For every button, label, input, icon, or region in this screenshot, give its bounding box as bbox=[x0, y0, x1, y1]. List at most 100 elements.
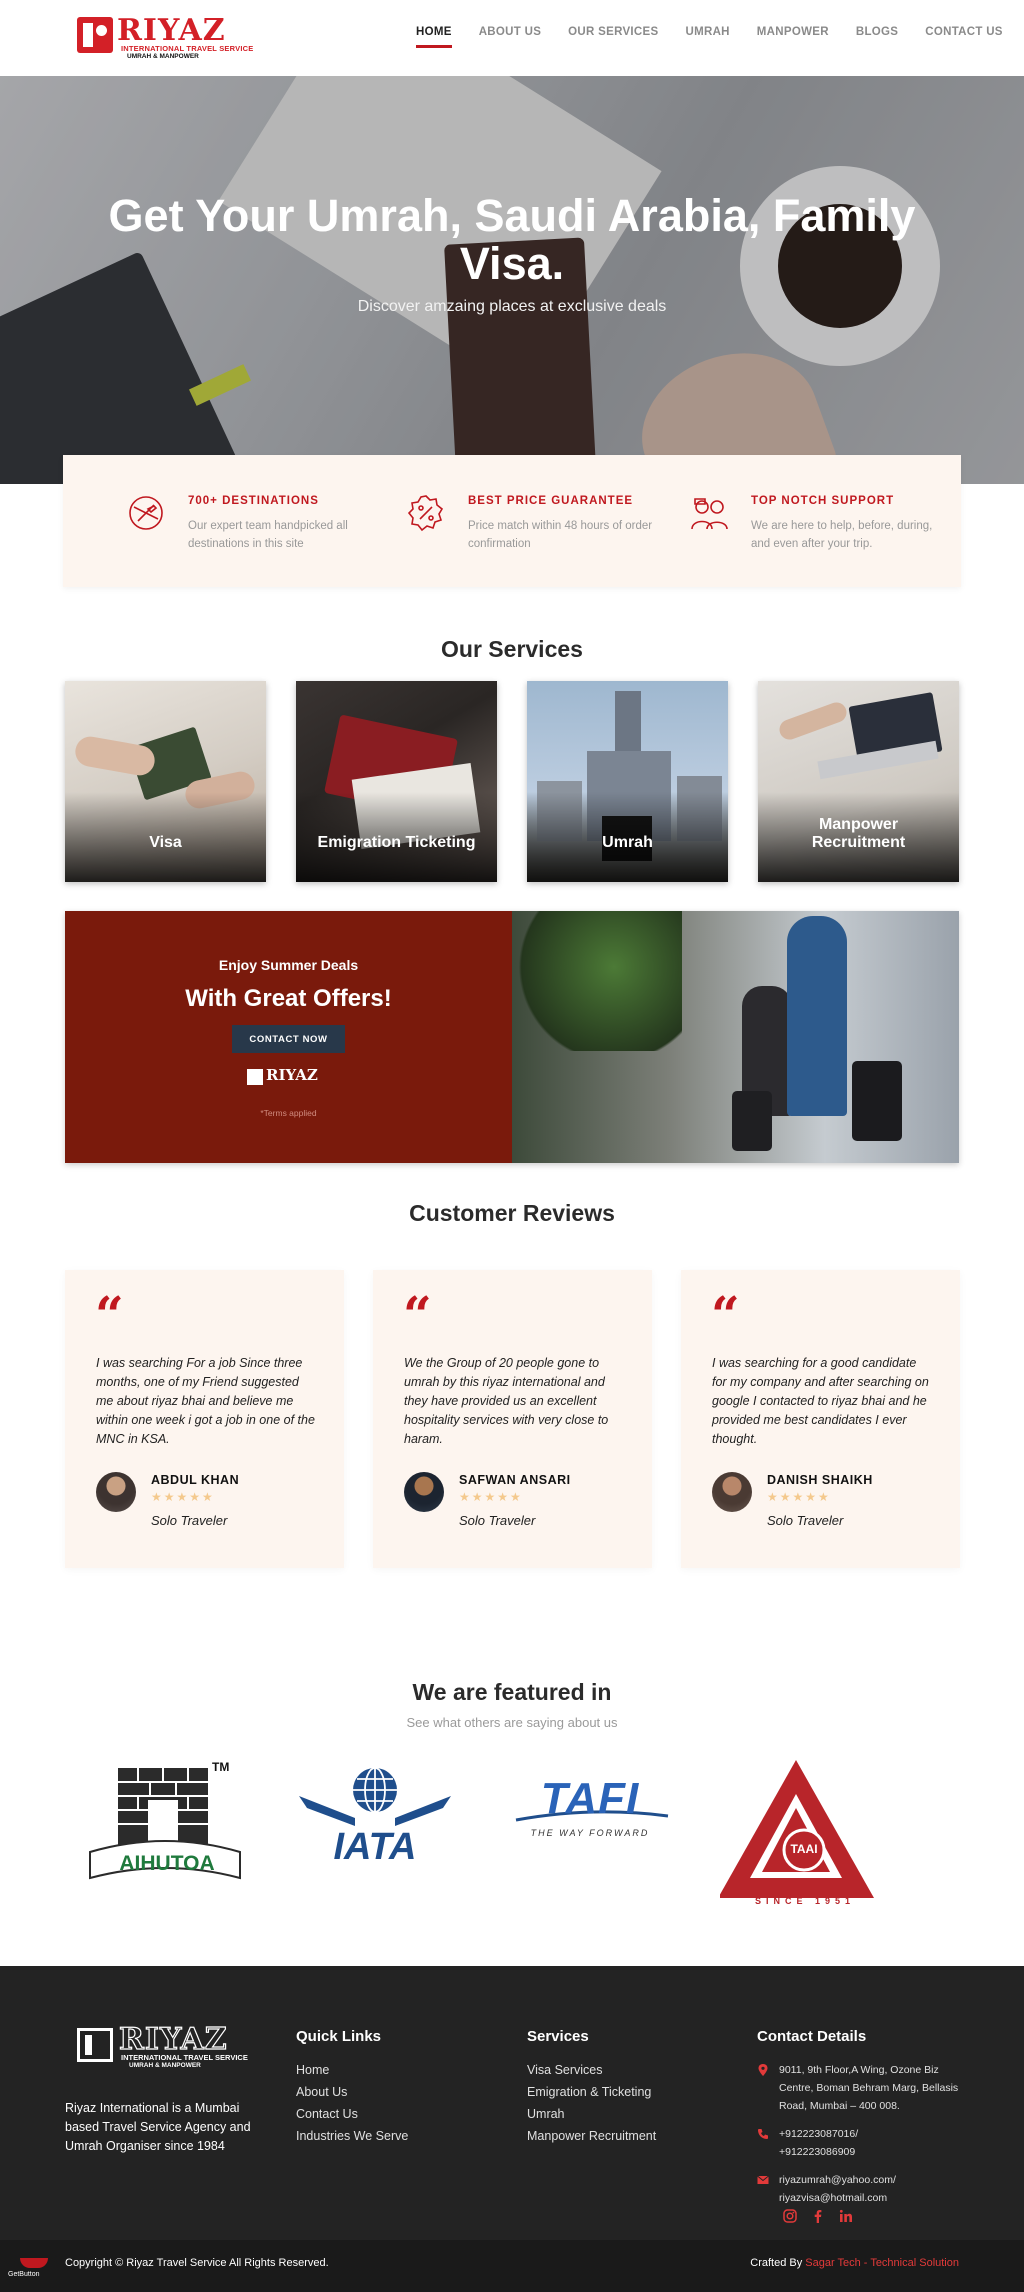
footer-link-emigration[interactable]: Emigration & Ticketing bbox=[527, 2085, 656, 2099]
footer-about: Riyaz International is a Mumbai based Tr… bbox=[65, 2101, 251, 2153]
star-rating-icon: ★★★★★ bbox=[767, 1490, 831, 1504]
iata-wordmark: IATA bbox=[333, 1826, 417, 1868]
partner-logo-aihutoa: TM AIHUTOA bbox=[80, 1760, 250, 1910]
footer-link-industries[interactable]: Industries We Serve bbox=[296, 2129, 408, 2143]
reviewer-name: SAFWAN ANSARI bbox=[459, 1473, 571, 1487]
contact-title: Contact Details bbox=[757, 2028, 867, 2045]
featured-heading: We are featured in bbox=[412, 1679, 612, 1705]
star-rating-icon: ★★★★★ bbox=[151, 1490, 215, 1504]
instagram-icon[interactable] bbox=[783, 2209, 797, 2223]
footer-bottom-bar: Copyright © Riyaz Travel Service All Rig… bbox=[0, 2240, 1024, 2292]
feature-support: TOP NOTCH SUPPORT We are here to help, b… bbox=[689, 493, 939, 553]
phone-2[interactable]: +912223086909 bbox=[779, 2143, 967, 2161]
promo-travelers-photo bbox=[512, 911, 959, 1163]
hero-banner: Get Your Umrah, Saudi Arabia, Family Vis… bbox=[0, 76, 1024, 484]
crafted-by-link[interactable]: Sagar Tech - Technical Solution bbox=[805, 2257, 959, 2269]
email-1[interactable]: riyazumrah@yahoo.com/ bbox=[779, 2171, 967, 2189]
services-col-title: Services bbox=[527, 2028, 589, 2045]
tafi-tagline: THE WAY FORWARD bbox=[530, 1828, 650, 1838]
contact-phone: +912223087016/ +912223086909 bbox=[757, 2125, 967, 2161]
phone-icon bbox=[758, 2129, 768, 2139]
map-pin-icon bbox=[758, 2064, 768, 2076]
footer-logo-word: RIYAZ bbox=[118, 2021, 228, 2057]
feature-destinations: 700+ DESTINATIONS Our expert team handpi… bbox=[126, 493, 376, 553]
getbutton-widget[interactable]: GetButton bbox=[8, 2258, 60, 2288]
nav-blogs[interactable]: BLOGS bbox=[856, 26, 898, 48]
footer-link-contact[interactable]: Contact Us bbox=[296, 2107, 408, 2121]
nav-umrah[interactable]: UMRAH bbox=[685, 26, 729, 48]
plant-image bbox=[512, 911, 682, 1051]
service-card-visa[interactable]: Visa bbox=[65, 681, 266, 882]
footer-link-manpower[interactable]: Manpower Recruitment bbox=[527, 2129, 656, 2143]
quote-icon: “ bbox=[95, 1285, 124, 1344]
service-card-emigration[interactable]: Emigration Ticketing bbox=[296, 681, 497, 882]
footer-link-visa[interactable]: Visa Services bbox=[527, 2063, 656, 2077]
hero-title: Get Your Umrah, Saudi Arabia, Family Vis… bbox=[108, 190, 916, 289]
reviews-heading: Customer Reviews bbox=[409, 1200, 615, 1226]
phone-1[interactable]: +912223087016/ bbox=[779, 2125, 967, 2143]
support-team-icon bbox=[691, 498, 728, 530]
review-text: I was searching For a job Since three mo… bbox=[96, 1356, 315, 1446]
aihutoa-wordmark: AIHUTOA bbox=[119, 1852, 215, 1875]
star-rating-icon: ★★★★★ bbox=[459, 1490, 523, 1504]
getbutton-label: GetButton bbox=[8, 2271, 40, 2278]
service-card-umrah[interactable]: Umrah bbox=[527, 681, 728, 882]
services-heading: Our Services bbox=[441, 636, 583, 662]
service-label: Emigration Ticketing bbox=[317, 834, 476, 851]
taai-wordmark: TAAI bbox=[790, 1842, 818, 1856]
promo-banner: Enjoy Summer Deals With Great Offers! CO… bbox=[65, 911, 959, 1163]
facebook-icon[interactable] bbox=[811, 2209, 825, 2223]
footer-link-umrah[interactable]: Umrah bbox=[527, 2107, 656, 2121]
nav-manpower[interactable]: MANPOWER bbox=[757, 26, 829, 48]
footer-logo-mark-icon bbox=[77, 2028, 113, 2062]
service-label: Umrah bbox=[602, 834, 653, 851]
feature-text: We are here to help, before, during, and… bbox=[751, 520, 933, 550]
quote-icon: “ bbox=[403, 1285, 432, 1344]
feature-title: BEST PRICE GUARANTEE bbox=[468, 495, 634, 507]
promo-logo-mark-icon bbox=[247, 1069, 263, 1085]
service-label: Visa bbox=[149, 834, 182, 851]
feature-price: BEST PRICE GUARANTEE Price match within … bbox=[406, 493, 656, 553]
address-text: 9011, 9th Floor,A Wing, Ozone Biz Centre… bbox=[779, 2064, 959, 2112]
featured-subtitle: See what others are saying about us bbox=[406, 1715, 618, 1730]
suitcase-1 bbox=[732, 1091, 772, 1151]
logo-wordmark: RIYAZ bbox=[117, 13, 226, 48]
taai-logo-icon bbox=[718, 1760, 874, 1898]
email-2[interactable]: riyazvisa@hotmail.com bbox=[779, 2189, 967, 2207]
footer-link-home[interactable]: Home bbox=[296, 2063, 408, 2077]
footer-logo[interactable]: RIYAZ INTERNATIONAL TRAVEL SERVICE UMRAH… bbox=[77, 2021, 248, 2069]
feature-title: 700+ DESTINATIONS bbox=[188, 495, 319, 507]
logo-mark-icon bbox=[77, 17, 113, 53]
reviewer-name: ABDUL KHAN bbox=[151, 1473, 240, 1487]
nav-about-us[interactable]: ABOUT US bbox=[479, 26, 541, 48]
avatar bbox=[404, 1472, 444, 1512]
top-nav: RIYAZ INTERNATIONAL TRAVEL SERVICE UMRAH… bbox=[0, 0, 1024, 76]
footer-logo-subline: UMRAH & MANPOWER bbox=[129, 2062, 201, 2069]
taai-tagline: SINCE 1951 bbox=[754, 1896, 856, 1906]
service-label: Manpower Recruitment bbox=[811, 816, 906, 851]
brand-logo[interactable]: RIYAZ INTERNATIONAL TRAVEL SERVICE UMRAH… bbox=[77, 13, 253, 60]
footer-link-about[interactable]: About Us bbox=[296, 2085, 408, 2099]
feature-strip: 700+ DESTINATIONS Our expert team handpi… bbox=[63, 455, 961, 587]
linkedin-icon[interactable] bbox=[839, 2209, 853, 2223]
reviewer-name: DANISH SHAIKH bbox=[767, 1473, 873, 1487]
feature-title: TOP NOTCH SUPPORT bbox=[751, 495, 895, 507]
promo-logo-word: RIYAZ bbox=[266, 1066, 318, 1084]
promo-logo: RIYAZ bbox=[247, 1066, 333, 1089]
tafi-wordmark: TAFI bbox=[540, 1774, 640, 1823]
partner-logo-tafi: TAFI THE WAY FORWARD bbox=[512, 1760, 682, 1910]
service-card-manpower[interactable]: Manpower Recruitment bbox=[758, 681, 959, 882]
promo-headline: With Great Offers! bbox=[185, 985, 392, 1012]
footer-logo-tagline: INTERNATIONAL TRAVEL SERVICE bbox=[121, 2053, 248, 2062]
nav-contact-us[interactable]: CONTACT US bbox=[925, 26, 1003, 48]
feature-text: Our expert team handpicked all destinati… bbox=[188, 520, 348, 550]
review-card: “ I was searching for a good candidate f… bbox=[681, 1270, 960, 1568]
nav-home[interactable]: HOME bbox=[416, 26, 452, 48]
crafted-prefix: Crafted By bbox=[750, 2257, 803, 2269]
contact-address: 9011, 9th Floor,A Wing, Ozone Biz Centre… bbox=[757, 2061, 967, 2115]
avatar bbox=[96, 1472, 136, 1512]
nav-our-services[interactable]: OUR SERVICES bbox=[568, 26, 658, 48]
reviewer-role: Solo Traveler bbox=[151, 1513, 228, 1528]
contact-now-button[interactable]: CONTACT NOW bbox=[232, 1025, 345, 1053]
quick-links-title: Quick Links bbox=[296, 2028, 382, 2045]
